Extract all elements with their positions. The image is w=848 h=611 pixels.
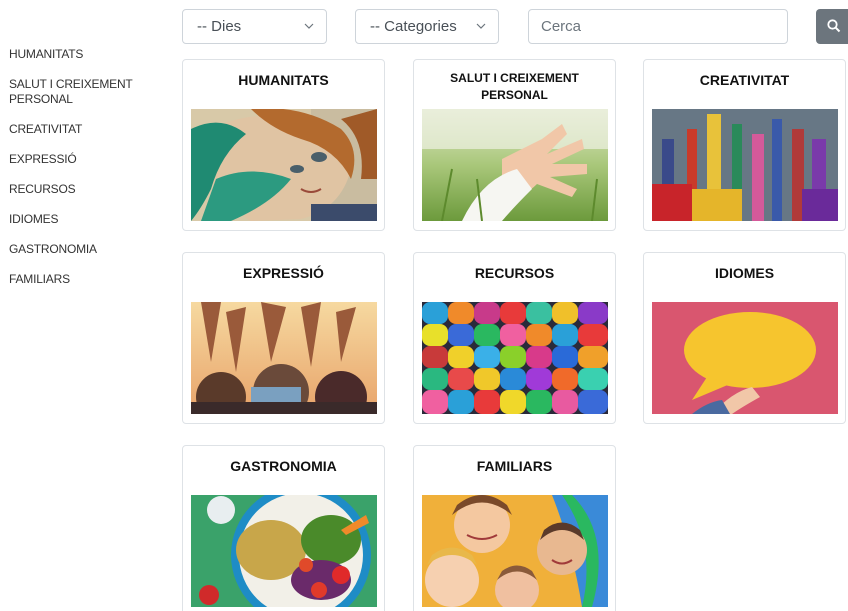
card-title: GASTRONOMIA — [230, 458, 337, 474]
speech-bubble-image — [652, 302, 838, 414]
colorful-wool-image — [422, 302, 608, 414]
sidebar-nav: HUMANITATS SALUT I CREIXEMENT PERSONAL C… — [9, 47, 169, 302]
children-faces-image — [422, 495, 608, 607]
search-button[interactable] — [816, 9, 848, 44]
card-title: RECURSOS — [474, 265, 555, 281]
card-title: HUMANITATS — [238, 72, 329, 88]
sidebar-item-label: SALUT I CREIXEMENT — [9, 77, 133, 91]
sidebar-item-humanitats[interactable]: HUMANITATS — [9, 47, 169, 62]
days-select-value: -- Dies — [197, 18, 242, 35]
card-title: SALUT I CREIXEMENT PERSONAL — [414, 70, 615, 104]
category-card-recursos[interactable]: RECURSOS — [413, 252, 616, 424]
card-title: EXPRESSIÓ — [243, 265, 324, 281]
search-input[interactable] — [528, 9, 788, 44]
sidebar-item-idiomes[interactable]: IDIOMES — [9, 212, 169, 227]
card-title: IDIOMES — [714, 265, 775, 281]
sidebar-item-label: PERSONAL — [9, 92, 73, 106]
sidebar-item-gastronomia[interactable]: GASTRONOMIA — [9, 242, 169, 257]
categories-select-value: -- Categories — [370, 18, 457, 35]
category-card-idiomes[interactable]: IDIOMES — [643, 252, 846, 424]
category-card-salut[interactable]: SALUT I CREIXEMENT PERSONAL — [413, 59, 616, 231]
category-card-familiars[interactable]: FAMILIARS — [413, 445, 616, 611]
chevron-down-icon — [476, 10, 486, 56]
categories-select[interactable]: -- Categories — [355, 9, 499, 44]
sidebar-item-recursos[interactable]: RECURSOS — [9, 182, 169, 197]
category-card-gastronomia[interactable]: GASTRONOMIA — [182, 445, 385, 611]
category-card-creativitat[interactable]: CREATIVITAT — [643, 59, 846, 231]
salad-plate-image — [191, 495, 377, 607]
painting-portrait-image — [191, 109, 377, 221]
search-icon — [827, 19, 841, 33]
days-select[interactable]: -- Dies — [182, 9, 327, 44]
card-title: CREATIVITAT — [699, 72, 790, 88]
sidebar-item-salut[interactable]: SALUT I CREIXEMENT PERSONAL — [9, 77, 169, 107]
paint-brushes-image — [652, 109, 838, 221]
raised-hands-image — [191, 302, 377, 414]
card-title-text: SALUT I CREIXEMENT PERSONAL — [450, 71, 579, 102]
category-card-humanitats[interactable]: HUMANITATS — [182, 59, 385, 231]
sidebar-item-familiars[interactable]: FAMILIARS — [9, 272, 169, 287]
chevron-down-icon — [304, 10, 314, 56]
card-title: FAMILIARS — [476, 458, 553, 474]
sidebar-item-creativitat[interactable]: CREATIVITAT — [9, 122, 169, 137]
category-card-expressio[interactable]: EXPRESSIÓ — [182, 252, 385, 424]
hand-in-field-image — [422, 109, 608, 221]
sidebar-item-expressio[interactable]: EXPRESSIÓ — [9, 152, 169, 167]
